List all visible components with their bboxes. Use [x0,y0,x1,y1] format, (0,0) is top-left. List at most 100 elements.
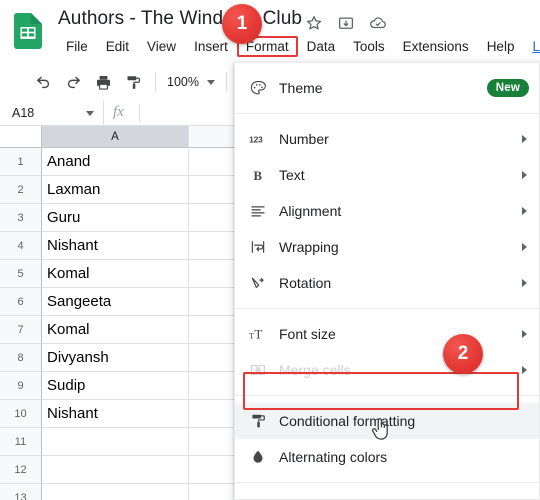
menu-file[interactable]: File [57,37,97,56]
cell-A10[interactable]: Nishant [42,400,189,428]
title-bar: Authors - The Windows Club File Edit Vie… [0,0,540,62]
menu-item-rotation[interactable]: Rotation [235,265,539,301]
menu-item-theme[interactable]: Theme New [235,70,539,106]
fx-label: fx [113,104,124,120]
cell-A13[interactable] [42,484,189,500]
new-badge: New [486,79,529,97]
submenu-arrow-icon [522,330,527,338]
row-header[interactable]: 4 [0,232,42,260]
chevron-down-icon [206,79,215,85]
menu-item-label: Theme [279,80,323,96]
cell-A6[interactable]: Sangeeta [42,288,189,316]
paint-format-icon[interactable] [118,71,148,93]
rotation-icon [249,273,275,293]
cell-A9[interactable]: Sudip [42,372,189,400]
zoom-control[interactable]: 100% [163,75,219,89]
menu-item-clear-formatting[interactable]: Clear formattingCtrl+\ [235,490,539,500]
merge-cells-icon [249,360,275,380]
menu-item-label: Conditional formatting [279,413,416,429]
row-header[interactable]: 11 [0,428,42,456]
cell-A5[interactable]: Komal [42,260,189,288]
print-icon[interactable] [88,71,118,93]
menu-divider [235,308,539,309]
menu-item-alternating-colors[interactable]: Alternating colors [235,439,539,475]
menu-data[interactable]: Data [298,37,345,56]
menu-item-label: Number [279,131,329,147]
menu-help[interactable]: Help [478,37,524,56]
title-action-icons [305,14,387,32]
number-123-icon: 123 [249,129,275,149]
cell-A12[interactable] [42,456,189,484]
row-header[interactable]: 2 [0,176,42,204]
submenu-arrow-icon [522,171,527,179]
column-header-a[interactable]: A [42,126,189,148]
pointing-hand-cursor [372,418,388,440]
move-to-folder-icon[interactable] [337,14,355,32]
menu-item-wrapping[interactable]: Wrapping [235,229,539,265]
submenu-arrow-icon [522,207,527,215]
row-header[interactable]: 5 [0,260,42,288]
menu-divider [235,482,539,483]
alignment-icon [249,201,275,221]
undo-icon[interactable] [28,71,58,93]
conditional-formatting-icon [249,411,275,431]
select-all-corner[interactable] [0,126,42,148]
row-header[interactable]: 12 [0,456,42,484]
name-box[interactable]: A18 [0,100,104,126]
cell-A4[interactable]: Nishant [42,232,189,260]
svg-text:B: B [254,169,263,183]
row-header[interactable]: 1 [0,148,42,176]
cloud-saved-icon[interactable] [369,14,387,32]
submenu-arrow-icon [522,243,527,251]
google-sheets-window: Authors - The Windows Club File Edit Vie… [0,0,540,500]
font-size-icon: TT [249,324,275,344]
row-header[interactable]: 6 [0,288,42,316]
menu-bar: File Edit View Insert Format Data Tools … [57,36,540,57]
menu-item-label: Rotation [279,275,332,291]
google-sheets-icon [14,13,42,49]
name-box-value: A18 [12,106,35,120]
submenu-arrow-icon [522,135,527,143]
row-header[interactable]: 3 [0,204,42,232]
menu-item-label: Merge cells [279,362,351,378]
toolbar-buttons: 100% [28,71,234,93]
cell-A11[interactable] [42,428,189,456]
svg-text:123: 123 [249,134,263,144]
menu-edit[interactable]: Edit [97,37,138,56]
menu-last-edit[interactable]: La [523,37,540,56]
menu-item-label: Alignment [279,203,342,219]
cell-A2[interactable]: Laxman [42,176,189,204]
menu-item-alignment[interactable]: Alignment [235,193,539,229]
menu-item-font-size[interactable]: T T Font size [235,316,539,352]
menu-tools[interactable]: Tools [344,37,394,56]
row-header[interactable]: 13 [0,484,42,500]
cell-A3[interactable]: Guru [42,204,189,232]
row-header[interactable]: 10 [0,400,42,428]
menu-divider [235,395,539,396]
submenu-arrow-icon [522,279,527,287]
alternating-colors-icon [249,447,275,467]
menu-extensions[interactable]: Extensions [394,37,478,56]
palette-icon [249,78,275,98]
chevron-down-icon[interactable] [86,110,94,116]
cell-A7[interactable]: Komal [42,316,189,344]
menu-item-text[interactable]: B Text [235,157,539,193]
menu-item-number[interactable]: 123 Number [235,121,539,157]
star-icon[interactable] [305,14,323,32]
document-title[interactable]: Authors - The Windows Club [58,8,302,30]
row-header[interactable]: 8 [0,344,42,372]
toolbar-divider-2 [225,72,227,92]
row-header[interactable]: 9 [0,372,42,400]
annotation-badge-1: 1 [222,4,262,44]
cell-A8[interactable]: Divyansh [42,344,189,372]
redo-icon[interactable] [58,71,88,93]
menu-item-label: Wrapping [279,239,339,255]
annotation-badge-2: 2 [443,334,483,374]
menu-view[interactable]: View [138,37,185,56]
svg-text:T: T [254,327,262,342]
row-header[interactable]: 7 [0,316,42,344]
menu-item-label: Alternating colors [279,449,388,465]
cell-A1[interactable]: Anand [42,148,189,176]
menu-item-label: Font size [279,326,336,342]
formula-bar-divider [139,104,140,122]
